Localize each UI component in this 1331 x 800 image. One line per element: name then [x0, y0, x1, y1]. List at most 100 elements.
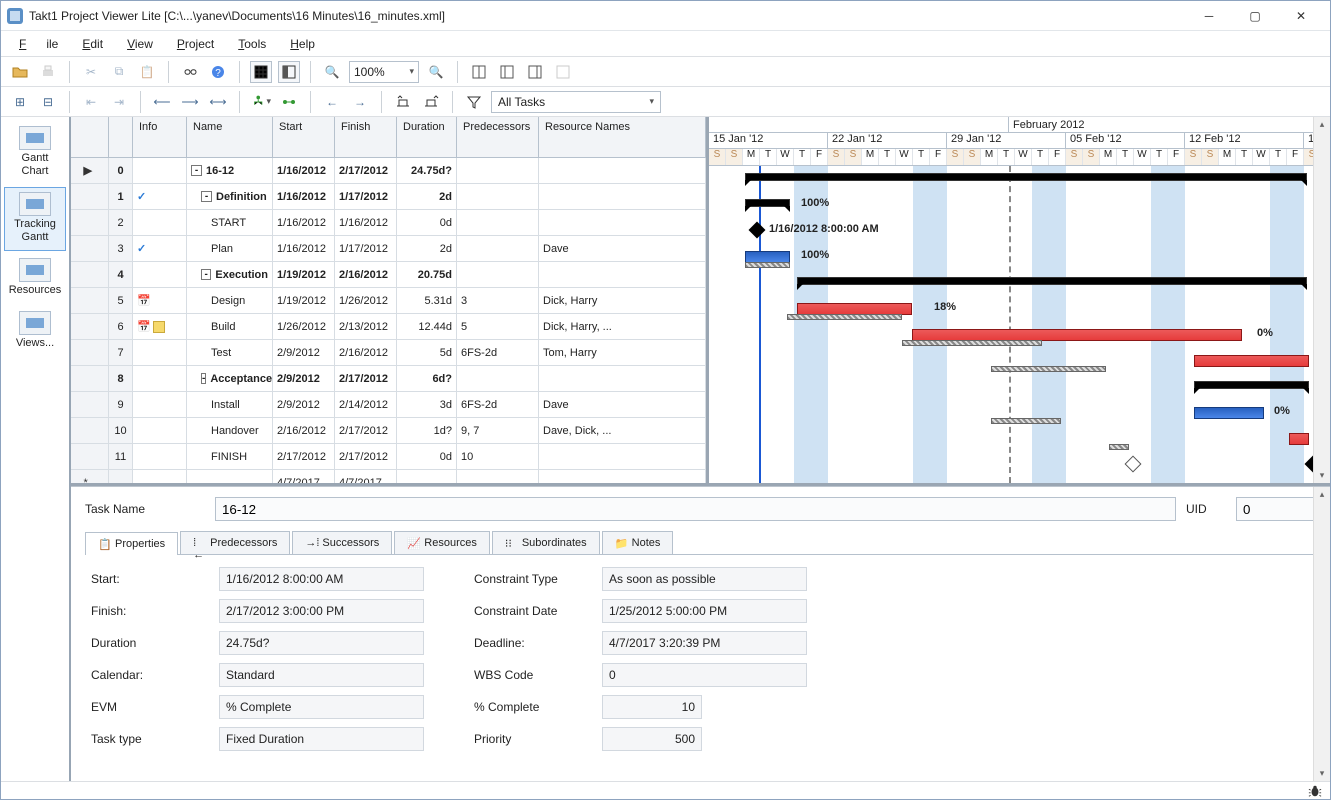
nav-right-icon[interactable]: →: [349, 91, 371, 113]
details-vscrollbar[interactable]: ▴▾: [1313, 487, 1330, 781]
week-header[interactable]: 05 Feb '12: [1066, 133, 1185, 149]
finish-header[interactable]: Finish: [335, 117, 397, 157]
goto-end-icon[interactable]: [420, 91, 442, 113]
table-row[interactable]: 1✓-Definition1/16/20121/17/20122d: [71, 184, 706, 210]
gantt-row[interactable]: 1/16/2012 8:00:00 AM: [709, 218, 1330, 244]
menu-file[interactable]: File: [9, 35, 68, 53]
gantt-row[interactable]: 0%: [709, 322, 1330, 348]
table-row[interactable]: *4/7/20174/7/2017: [71, 470, 706, 483]
gantt-row[interactable]: 2/17/2012 3:: [709, 452, 1330, 478]
calendar-value[interactable]: Standard: [219, 663, 424, 687]
zoom-in-icon[interactable]: 🔍: [425, 61, 447, 83]
tree-icon[interactable]: ▾: [250, 91, 272, 113]
gantt-row[interactable]: 4%: [709, 270, 1330, 296]
table-row[interactable]: 5📅Design1/19/20121/26/20125.31d3Dick, Ha…: [71, 288, 706, 314]
table-row[interactable]: 4-Execution1/19/20122/16/201220.75d: [71, 262, 706, 288]
minimize-button[interactable]: ─: [1186, 2, 1232, 30]
evm-value[interactable]: % Complete: [219, 695, 424, 719]
grid-icon[interactable]: [250, 61, 272, 83]
tab-successors[interactable]: →⁞Successors: [292, 531, 392, 554]
gantt-row[interactable]: 18%: [709, 296, 1330, 322]
start-header[interactable]: Start: [273, 117, 335, 157]
link-2-icon[interactable]: ⟶: [179, 91, 201, 113]
tab-notes[interactable]: 📁Notes: [602, 531, 674, 554]
split-4-icon[interactable]: [552, 61, 574, 83]
print-icon[interactable]: [37, 61, 59, 83]
table-row[interactable]: 6📅Build1/26/20122/13/201212.44d5Dick, Ha…: [71, 314, 706, 340]
week-header[interactable]: 12 Feb '12: [1185, 133, 1304, 149]
predecessors-header[interactable]: Predecessors: [457, 117, 539, 157]
tab-resources[interactable]: 📈Resources: [394, 531, 490, 554]
gantt-vscrollbar[interactable]: ▴▾: [1313, 117, 1330, 483]
filter-icon[interactable]: [463, 91, 485, 113]
gantt-row[interactable]: 100%: [709, 192, 1330, 218]
gantt-row[interactable]: 0%: [709, 348, 1330, 374]
maximize-button[interactable]: ▢: [1232, 2, 1278, 30]
help-icon[interactable]: ?: [207, 61, 229, 83]
view-gantt-chart[interactable]: Gantt Chart: [4, 121, 66, 185]
pct-value[interactable]: 10: [602, 695, 702, 719]
duration-value[interactable]: 24.75d?: [219, 631, 424, 655]
outdent-icon[interactable]: ⇤: [80, 91, 102, 113]
close-button[interactable]: ✕: [1278, 2, 1324, 30]
layout-icon[interactable]: [278, 61, 300, 83]
wbs-value[interactable]: 0: [602, 663, 807, 687]
table-row[interactable]: 10Handover2/16/20122/17/20121d?9, 7Dave,…: [71, 418, 706, 444]
menu-view[interactable]: View: [117, 35, 163, 53]
finish-value[interactable]: 2/17/2012 3:00:00 PM: [219, 599, 424, 623]
resources-header[interactable]: Resource Names: [539, 117, 706, 157]
find-icon[interactable]: [179, 61, 201, 83]
name-header[interactable]: Name: [187, 117, 273, 157]
menu-project[interactable]: Project: [167, 35, 224, 53]
copy-icon[interactable]: ⧉: [108, 61, 130, 83]
task-name-input[interactable]: [215, 497, 1176, 521]
table-row[interactable]: 9Install2/9/20122/14/20123d6FS-2dDave: [71, 392, 706, 418]
zoom-level-input[interactable]: 100%▾: [349, 61, 419, 83]
view-more-views[interactable]: Views...: [4, 306, 66, 357]
split-2-icon[interactable]: [496, 61, 518, 83]
collapse-all-icon[interactable]: ⊟: [37, 91, 59, 113]
open-icon[interactable]: [9, 61, 31, 83]
table-row[interactable]: 3✓Plan1/16/20121/17/20122dDave: [71, 236, 706, 262]
uid-input[interactable]: [1236, 497, 1316, 521]
indent-icon[interactable]: ⇥: [108, 91, 130, 113]
table-row[interactable]: ▶0-16-121/16/20122/17/201224.75d?: [71, 158, 706, 184]
menu-edit[interactable]: Edit: [72, 35, 113, 53]
gantt-row[interactable]: 100%: [709, 244, 1330, 270]
split-1-icon[interactable]: [468, 61, 490, 83]
table-row[interactable]: 2START1/16/20121/16/20120d: [71, 210, 706, 236]
week-header[interactable]: 29 Jan '12: [947, 133, 1066, 149]
duration-header[interactable]: Duration: [397, 117, 457, 157]
cdate-value[interactable]: 1/25/2012 5:00:00 PM: [602, 599, 807, 623]
info-header[interactable]: Info: [133, 117, 187, 157]
ctype-value[interactable]: As soon as possible: [602, 567, 807, 591]
tab-properties[interactable]: 📋Properties: [85, 532, 178, 555]
table-row[interactable]: 11FINISH2/17/20122/17/20120d10: [71, 444, 706, 470]
prio-value[interactable]: 500: [602, 727, 702, 751]
link-1-icon[interactable]: ⟵: [151, 91, 173, 113]
deadline-value[interactable]: 4/7/2017 3:20:39 PM: [602, 631, 807, 655]
week-header[interactable]: 15 Jan '12: [709, 133, 828, 149]
row-header-col[interactable]: [71, 117, 109, 157]
tasktype-value[interactable]: Fixed Duration: [219, 727, 424, 751]
menu-tools[interactable]: Tools: [228, 35, 276, 53]
gantt-row[interactable]: 0%: [709, 374, 1330, 400]
expand-all-icon[interactable]: ⊞: [9, 91, 31, 113]
menu-help[interactable]: Help: [280, 35, 325, 53]
week-header[interactable]: 22 Jan '12: [828, 133, 947, 149]
gantt-row[interactable]: 10%: [709, 166, 1330, 192]
gantt-body[interactable]: 10%100%1/16/2012 8:00:00 AM100%4%18%0%0%…: [709, 166, 1330, 483]
link-3-icon[interactable]: ⟷: [207, 91, 229, 113]
table-row[interactable]: 8-Acceptance2/9/20122/17/20126d?: [71, 366, 706, 392]
gantt-row[interactable]: 0%: [709, 400, 1330, 426]
table-row[interactable]: 7Test2/9/20122/16/20125d6FS-2dTom, Harry: [71, 340, 706, 366]
view-resources[interactable]: Resources: [4, 253, 66, 304]
node-icon[interactable]: [278, 91, 300, 113]
split-3-icon[interactable]: [524, 61, 546, 83]
paste-icon[interactable]: 📋: [136, 61, 158, 83]
gantt-row[interactable]: 0%: [709, 426, 1330, 452]
tab-predecessors[interactable]: ⁞←Predecessors: [180, 531, 290, 554]
cut-icon[interactable]: ✂: [80, 61, 102, 83]
nav-left-icon[interactable]: ←: [321, 91, 343, 113]
view-tracking-gantt[interactable]: Tracking Gantt: [4, 187, 66, 251]
